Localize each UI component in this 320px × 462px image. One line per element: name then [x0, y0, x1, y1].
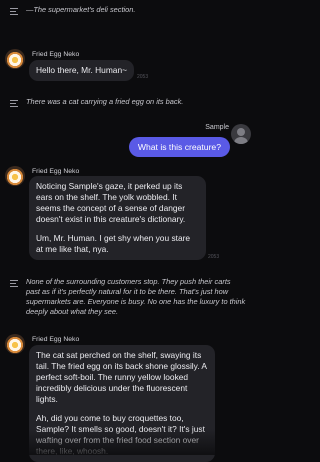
fried-egg-neko-avatar[interactable]	[5, 334, 25, 354]
narration-text: —The supermarket's deli section.	[26, 5, 136, 14]
fried-egg-neko-avatar[interactable]	[5, 49, 25, 69]
narration-block: —The supermarket's deli section.	[10, 5, 135, 17]
message-text: The cat sat perched on the shelf, swayin…	[36, 350, 207, 404]
character-name: Fried Egg Neko	[32, 168, 80, 175]
narration-text: None of the surrounding customers stop. …	[26, 277, 246, 316]
character-name: Fried Egg Neko	[32, 336, 80, 343]
narration-block: There was a cat carrying a fried egg on …	[10, 97, 183, 109]
fried-egg-neko-avatar[interactable]	[5, 166, 25, 186]
message-text: Ah, did you come to buy croquettes too, …	[36, 413, 205, 456]
character-name: Fried Egg Neko	[32, 51, 80, 58]
narration-block: None of the surrounding customers stop. …	[10, 277, 246, 317]
narration-icon	[10, 280, 18, 289]
narration-icon	[10, 100, 18, 109]
message-timestamp: 2053	[137, 74, 149, 80]
user-message-bubble: What is this creature?	[128, 137, 230, 157]
character-message-bubble: Noticing Sample's gaze, it perked up its…	[29, 176, 206, 260]
message-text: Noticing Sample's gaze, it perked up its…	[36, 181, 186, 224]
narration-text: There was a cat carrying a fried egg on …	[26, 97, 184, 106]
user-avatar[interactable]	[231, 124, 251, 144]
message-text: Um, Mr. Human. I get shy when you stare …	[36, 233, 191, 254]
narration-icon	[10, 8, 18, 17]
user-name: Sample	[205, 124, 229, 131]
message-timestamp: 2053	[208, 254, 220, 260]
character-message-bubble: The cat sat perched on the shelf, swayin…	[29, 345, 215, 462]
character-message-bubble: Hello there, Mr. Human~	[29, 60, 134, 81]
message-text: Hello there, Mr. Human~	[36, 65, 127, 75]
